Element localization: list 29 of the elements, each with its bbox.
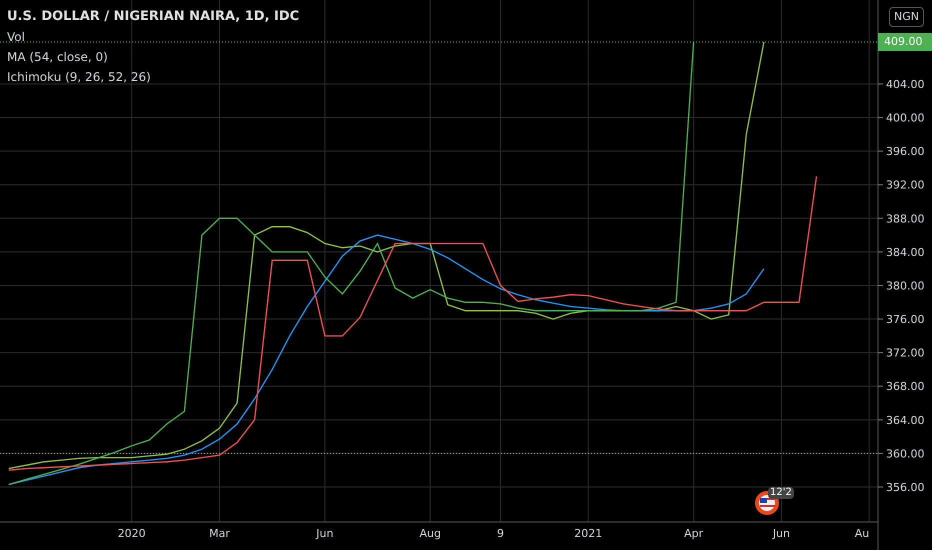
axis-label: 360.00	[886, 447, 924, 460]
study-label[interactable]: Ichimoku (9, 26, 52, 26)	[7, 67, 300, 87]
axis-label: Jun	[316, 527, 334, 540]
axis-label: 364.00	[886, 414, 924, 427]
axis-label: 356.00	[886, 480, 924, 494]
axis-label: 368.00	[886, 380, 924, 394]
axis-label: Au	[854, 527, 870, 540]
axis-label: Apr	[684, 527, 704, 540]
axis-label: 372.00	[886, 346, 924, 360]
axis-label: Aug	[419, 527, 441, 540]
study-label[interactable]: Vol	[7, 27, 300, 47]
axis-label: Mar	[209, 527, 230, 540]
axis-label: 376.00	[886, 313, 924, 326]
study-label[interactable]: MA (54, close, 0)	[7, 47, 300, 67]
axis-label: 404.00	[886, 78, 924, 91]
chart-title: U.S. DOLLAR / NIGERIAN NAIRA, 1D, IDC	[7, 8, 300, 26]
axis-label: 2021	[574, 527, 602, 540]
currency-button[interactable]: NGN	[889, 7, 924, 27]
axis-label: 388.00	[886, 212, 924, 226]
axis-label: 380.00	[886, 279, 924, 292]
axis-label: Jun	[772, 527, 790, 540]
axis-label: 396.00	[886, 145, 924, 158]
price-label: 409.00	[878, 33, 932, 51]
axis-label: 392.00	[886, 178, 924, 192]
axis-label: 9	[496, 527, 504, 540]
axis-label: 2020	[118, 527, 146, 540]
axis-label: 400.00	[886, 112, 924, 125]
event-badge: 12'2	[768, 487, 794, 499]
axis-label: 384.00	[886, 246, 924, 259]
